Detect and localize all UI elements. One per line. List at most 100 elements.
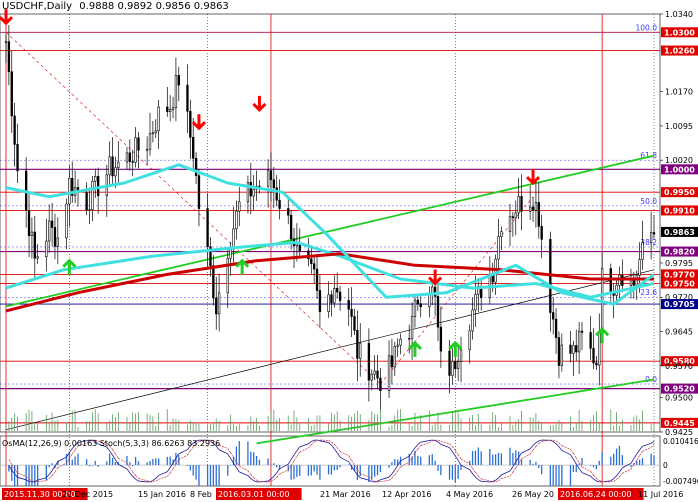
date-axis-label: 21 Mar 2016 <box>320 490 371 499</box>
level-price-label: 0.9770 <box>664 270 695 279</box>
candle-body <box>189 110 192 138</box>
date-axis-label: 4 May 2016 <box>446 490 493 499</box>
candle-body <box>94 176 97 182</box>
candle-body <box>572 345 575 354</box>
current-price-label: 0.9863 <box>664 228 695 237</box>
candle-body <box>387 355 391 392</box>
candle-body <box>528 206 532 212</box>
candle-body <box>592 347 595 364</box>
candle-body <box>192 136 195 159</box>
candle-body <box>373 370 376 375</box>
date-marker-label: 2016.03.01 00:00 <box>218 490 289 499</box>
osc-axis-label: 0 <box>663 461 668 470</box>
candle-body <box>45 240 48 258</box>
candle-body <box>500 231 503 237</box>
candle-body <box>359 342 362 359</box>
candle-body <box>474 293 477 311</box>
candle-body <box>511 216 515 219</box>
candle-body <box>111 156 114 177</box>
candle-body <box>569 344 572 354</box>
candle-body <box>379 377 382 392</box>
stoch-main-line <box>429 439 433 441</box>
candle-body <box>575 345 578 353</box>
candle-body <box>10 71 13 117</box>
candle-body <box>312 263 316 270</box>
level-price-label: 0.9910 <box>664 206 695 215</box>
candle-body <box>217 292 221 315</box>
date-axis-label: 26 May 20 <box>512 490 554 499</box>
candle-body <box>609 268 612 295</box>
candle-body <box>215 297 218 315</box>
candle-body <box>249 182 252 197</box>
candle-body <box>27 209 31 236</box>
candle-body <box>114 167 117 177</box>
candle-body <box>338 291 342 301</box>
candle-body <box>157 106 160 132</box>
candle-body <box>336 288 339 293</box>
price-axis-label: 0.9795 <box>665 259 693 268</box>
candle-body <box>137 137 140 151</box>
level-price-label: 0.9950 <box>664 188 695 197</box>
candle-body <box>612 293 615 296</box>
candle-body <box>148 133 152 150</box>
candle-body <box>410 316 414 339</box>
date-axis-label: 15 Jan 2016 <box>138 490 186 499</box>
candle-body <box>554 318 558 338</box>
candle-body <box>151 132 155 135</box>
price-chart[interactable]: 100.061.850.038.223.60.01.03401.03001.02… <box>0 0 698 502</box>
candle-body <box>638 259 641 276</box>
price-axis-label: 0.9570 <box>665 362 693 371</box>
level-price-label: 0.9820 <box>664 248 695 257</box>
candle-body <box>287 208 290 216</box>
candle-body <box>367 342 371 381</box>
candle-body <box>431 286 434 294</box>
candle-body <box>7 41 11 73</box>
candle-body <box>353 316 356 331</box>
candle-body <box>206 208 209 248</box>
candle-body <box>560 344 564 366</box>
candle-body <box>589 332 592 349</box>
candle-body <box>197 175 201 209</box>
candle-body <box>508 216 512 232</box>
candle-body <box>520 196 523 212</box>
candle-body <box>168 109 172 113</box>
date-marker-label: 2016.06.24 00:00 <box>560 490 631 499</box>
level-price-label: 0.9520 <box>664 385 695 394</box>
level-price-label: 0.9445 <box>664 419 695 428</box>
candle-body <box>235 210 238 230</box>
candle-body <box>514 212 517 219</box>
candle-body <box>393 346 396 368</box>
candle-body <box>226 257 229 294</box>
candle-body <box>315 268 319 291</box>
osc-axis-label: 0.010416 <box>663 437 698 446</box>
candle-body <box>125 152 129 163</box>
candle-body <box>16 144 19 172</box>
candle-body <box>88 209 91 211</box>
candle-body <box>229 248 232 259</box>
level-price-label: 1.0300 <box>664 28 695 37</box>
candle-body <box>65 203 68 239</box>
candle-body <box>50 220 54 228</box>
candle-body <box>91 180 94 210</box>
oscillator-title: OsMA(12,26,9) 0.00163 Stoch(5,3,3) 86.62… <box>2 439 220 448</box>
level-price-label: 1.0000 <box>664 165 695 174</box>
fib-label: 100.0 <box>636 23 658 32</box>
candle-body <box>454 360 457 370</box>
candle-body <box>399 338 402 346</box>
candle-body <box>13 115 16 145</box>
candle-body <box>171 107 175 110</box>
candle-body <box>310 258 313 264</box>
candle-body <box>350 308 353 317</box>
candle-body <box>408 338 411 340</box>
candle-body <box>419 303 422 308</box>
candle-body <box>598 331 601 366</box>
price-axis-label: 1.0170 <box>665 88 693 97</box>
candle-body <box>537 202 540 227</box>
candle-body <box>108 156 111 176</box>
candle-body <box>497 236 500 260</box>
candle-body <box>333 288 336 304</box>
price-axis-label: 0.9500 <box>665 394 693 403</box>
candle-body <box>595 362 598 366</box>
candle-body <box>448 350 451 376</box>
candle-body <box>186 84 189 112</box>
